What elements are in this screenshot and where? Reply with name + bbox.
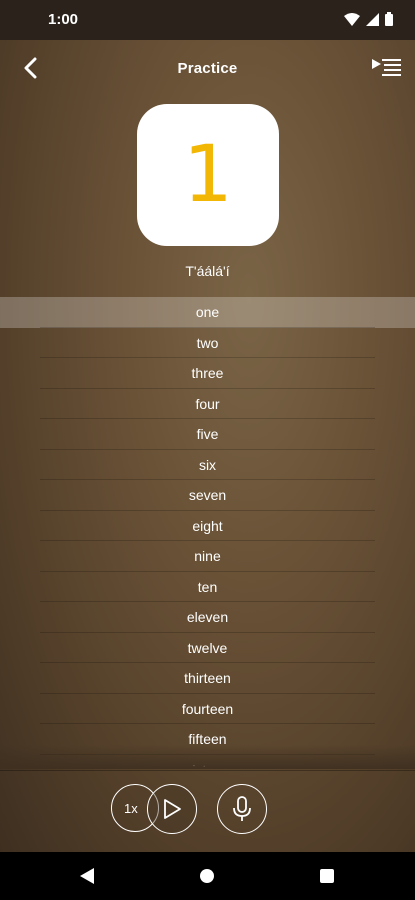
play-button[interactable] xyxy=(147,784,197,834)
list-item[interactable]: eight xyxy=(0,511,415,541)
number-card: 1 xyxy=(137,104,279,246)
list-item-label: ten xyxy=(197,578,218,595)
card-number: 1 xyxy=(183,130,233,220)
status-time: 1:00 xyxy=(48,11,79,28)
speed-play-group: 1x xyxy=(111,784,197,834)
list-item[interactable]: three xyxy=(0,358,415,389)
play-list-icon xyxy=(372,59,401,76)
list-item-label: seven xyxy=(188,487,227,504)
nav-back-icon[interactable] xyxy=(80,868,94,884)
list-item[interactable]: eleven xyxy=(0,602,415,633)
list-item-label: fourteen xyxy=(181,700,234,717)
system-nav-bar xyxy=(0,852,415,900)
list-item[interactable]: two xyxy=(0,328,415,358)
signal-icon xyxy=(366,12,379,26)
list-item[interactable]: fourteen xyxy=(0,694,415,724)
list-item-label: three xyxy=(191,365,224,382)
wifi-icon xyxy=(344,12,360,26)
list-item[interactable]: ten xyxy=(0,572,415,602)
page-title: Practice xyxy=(177,60,238,77)
list-item[interactable]: seven xyxy=(0,480,415,511)
list-fade xyxy=(0,745,415,769)
native-word: T'áálá'í xyxy=(185,263,230,279)
list-item-label: one xyxy=(195,304,220,321)
playlist-button[interactable] xyxy=(369,50,405,86)
list-item-label: five xyxy=(196,426,219,443)
nav-recents-icon[interactable] xyxy=(320,869,334,883)
list-item[interactable]: twelve xyxy=(0,633,415,663)
battery-icon xyxy=(385,12,393,26)
list-item-label: twelve xyxy=(187,639,228,656)
playback-controls: 1x xyxy=(0,770,415,852)
list-item[interactable]: four xyxy=(0,389,415,419)
status-icons xyxy=(344,12,393,26)
list-item-label: four xyxy=(195,395,220,412)
word-list: one two three four five six seven eight nine ten e… xyxy=(0,297,415,767)
status-bar: 1:00 xyxy=(0,0,415,40)
list-item-label: thirteen xyxy=(184,670,231,687)
nav-home-icon[interactable] xyxy=(200,869,214,883)
list-item-label: two xyxy=(196,334,219,351)
speed-label: 1x xyxy=(124,800,138,816)
practice-screen: 1:00 Practice 1 T'áálá'í one two three f… xyxy=(0,0,415,852)
list-item-label: eleven xyxy=(186,609,229,626)
list-item-label: nine xyxy=(194,548,221,565)
list-item[interactable]: six xyxy=(0,450,415,480)
play-icon xyxy=(164,799,181,819)
record-button[interactable] xyxy=(217,784,267,834)
microphone-icon xyxy=(233,796,251,821)
list-item-label: eight xyxy=(192,517,223,534)
list-item[interactable]: nine xyxy=(0,541,415,572)
list-item-label: six xyxy=(198,456,217,473)
app-bar: Practice xyxy=(0,44,415,92)
list-item[interactable]: one xyxy=(0,297,415,328)
list-item[interactable]: thirteen xyxy=(0,663,415,694)
list-item[interactable]: five xyxy=(0,419,415,450)
